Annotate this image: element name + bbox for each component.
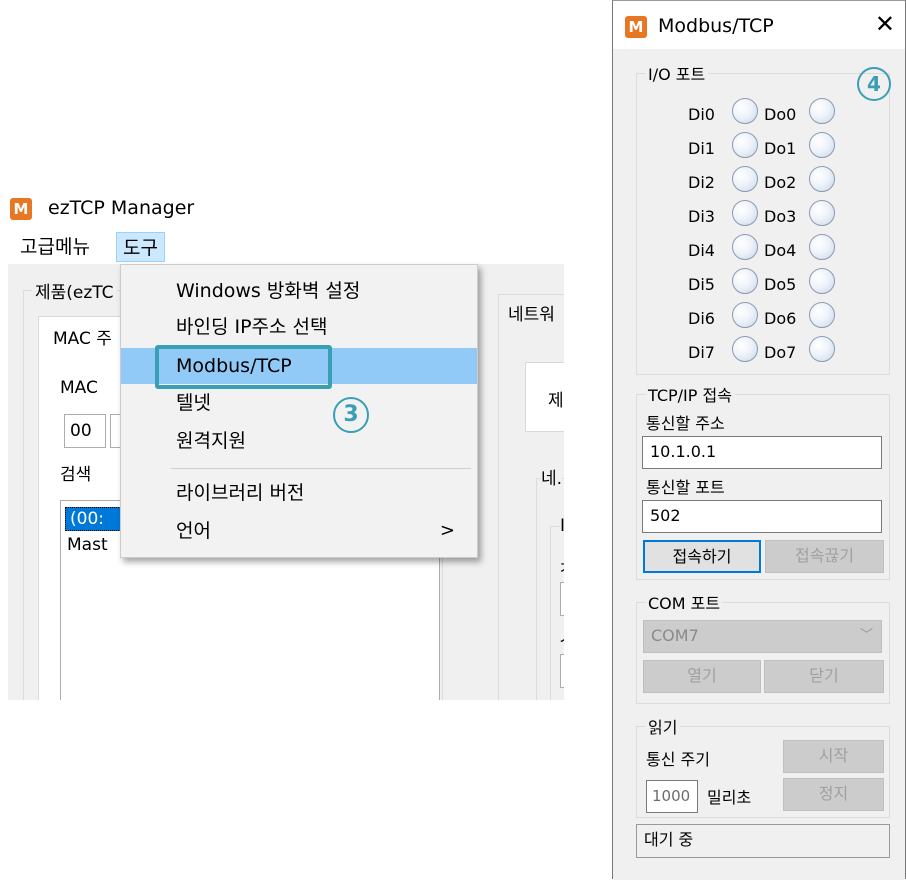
di-label: Di7 — [688, 343, 715, 362]
do-label: Do3 — [764, 207, 797, 226]
di5-led-indicator — [732, 268, 758, 294]
do0-led-toggle[interactable] — [809, 98, 835, 124]
menu-item-language-label: 언어 — [176, 520, 211, 542]
field-label: ㅅ — [558, 624, 564, 649]
menu-item-telnet[interactable]: 텔넷 — [121, 385, 477, 421]
di3-led-indicator — [732, 200, 758, 226]
ms-unit-label: 밀리초 — [707, 788, 752, 807]
io-port-group-label: I/O 포트 — [645, 61, 709, 85]
period-input[interactable]: 1000 — [646, 780, 698, 813]
field-input[interactable] — [560, 654, 564, 688]
di6-led-indicator — [732, 302, 758, 328]
tcpip-group-label: TCP/IP 접속 — [645, 382, 735, 406]
port-label: 통신할 포트 — [646, 478, 725, 497]
do5-led-toggle[interactable] — [809, 268, 835, 294]
di0-led-indicator — [732, 98, 758, 124]
do-label: Do1 — [764, 139, 797, 158]
io-led-grid: Di0 Do0 Di1 Do1 Di2 Do2 Di3 Do3 Di4 Do4 … — [613, 93, 905, 369]
do3-led-toggle[interactable] — [809, 200, 835, 226]
do1-led-toggle[interactable] — [809, 132, 835, 158]
stop-button[interactable]: 정지 — [783, 778, 884, 811]
list-item[interactable]: (00: — [65, 507, 121, 531]
highlight-box — [155, 345, 332, 389]
connect-button[interactable]: 접속하기 — [643, 540, 761, 573]
do-label: Do4 — [764, 241, 797, 260]
di-label: Di5 — [688, 275, 715, 294]
menu-bar: 고급메뉴 도구 — [8, 230, 564, 264]
period-label: 통신 주기 — [646, 750, 710, 769]
list-item[interactable]: Mast — [67, 535, 108, 555]
ip-group-label: I — [560, 516, 564, 536]
di-label: Di0 — [688, 105, 715, 124]
di7-led-indicator — [732, 336, 758, 362]
di-label: Di6 — [688, 309, 715, 328]
di-label: Di2 — [688, 173, 715, 192]
mac-label: MAC — [60, 378, 98, 398]
port-input[interactable]: 502 — [642, 500, 882, 533]
do-label: Do5 — [764, 275, 797, 294]
open-button[interactable]: 열기 — [643, 660, 761, 693]
menu-item-firewall[interactable]: Windows 방화벽 설정 — [121, 273, 477, 309]
field-input[interactable] — [560, 582, 564, 616]
do7-led-toggle[interactable] — [809, 336, 835, 362]
network-group-label: 네. — [541, 464, 563, 489]
com-port-value: COM7 — [651, 626, 699, 645]
do4-led-toggle[interactable] — [809, 234, 835, 260]
modbus-tcp-window: M Modbus/TCP ✕ I/O 포트 4 Di0 Do0 Di1 Do1 … — [612, 0, 906, 880]
do-label: Do6 — [764, 309, 797, 328]
chevron-down-icon: ﹀ — [859, 628, 873, 643]
di4-led-indicator — [732, 234, 758, 260]
product-info-label: 제 — [548, 391, 564, 411]
do-label: Do7 — [764, 343, 797, 362]
read-group-label: 읽기 — [645, 714, 681, 738]
mac-octet-field[interactable]: 00 — [64, 414, 106, 448]
do-label: Do0 — [764, 105, 797, 124]
menu-advanced[interactable]: 고급메뉴 — [14, 232, 96, 262]
modbus-client-area: I/O 포트 4 Di0 Do0 Di1 Do1 Di2 Do2 Di3 Do3… — [613, 49, 905, 880]
menu-item-language[interactable]: 언어 > — [121, 513, 477, 549]
tab-mac[interactable]: MAC 주 — [53, 324, 112, 349]
tab-network[interactable]: 네트워 — [506, 300, 557, 325]
menu-tools[interactable]: 도구 — [116, 232, 165, 262]
step-callout-3: 3 — [333, 397, 369, 433]
close-icon[interactable]: ✕ — [875, 11, 895, 37]
menu-item-remote-support[interactable]: 원격지원 — [121, 423, 477, 459]
window-title: Modbus/TCP — [658, 15, 774, 37]
menu-item-bind-ip[interactable]: 바인딩 IP주소 선택 — [121, 309, 477, 345]
do2-led-toggle[interactable] — [809, 166, 835, 192]
status-bar: 대기 중 — [636, 824, 890, 858]
close-button[interactable]: 닫기 — [764, 660, 884, 693]
di-label: Di1 — [688, 139, 715, 158]
product-group-label: 제품(ezTC — [32, 278, 117, 303]
start-button[interactable]: 시작 — [783, 740, 884, 773]
do-label: Do2 — [764, 173, 797, 192]
address-input[interactable]: 10.1.0.1 — [642, 436, 882, 469]
search-label: 검색 — [60, 465, 92, 485]
com-port-select[interactable]: COM7 ﹀ — [643, 620, 882, 653]
tools-dropdown-menu: Windows 방화벽 설정 바인딩 IP주소 선택 Modbus/TCP 텔넷… — [120, 264, 478, 558]
do6-led-toggle[interactable] — [809, 302, 835, 328]
menu-item-library-version[interactable]: 라이브러리 버전 — [121, 475, 477, 511]
menu-separator — [171, 468, 471, 469]
window-title: ezTCP Manager — [48, 197, 195, 219]
disconnect-button[interactable]: 접속끊기 — [765, 540, 884, 573]
di-label: Di4 — [688, 241, 715, 260]
di1-led-indicator — [732, 132, 758, 158]
com-port-group-label: COM 포트 — [645, 590, 724, 614]
app-logo-icon: M — [625, 16, 647, 38]
chevron-right-icon: > — [439, 520, 455, 541]
address-label: 통신할 주소 — [646, 414, 725, 433]
field-label: ㅈ — [558, 554, 564, 579]
di2-led-indicator — [732, 166, 758, 192]
app-logo-icon: M — [10, 198, 32, 220]
di-label: Di3 — [688, 207, 715, 226]
